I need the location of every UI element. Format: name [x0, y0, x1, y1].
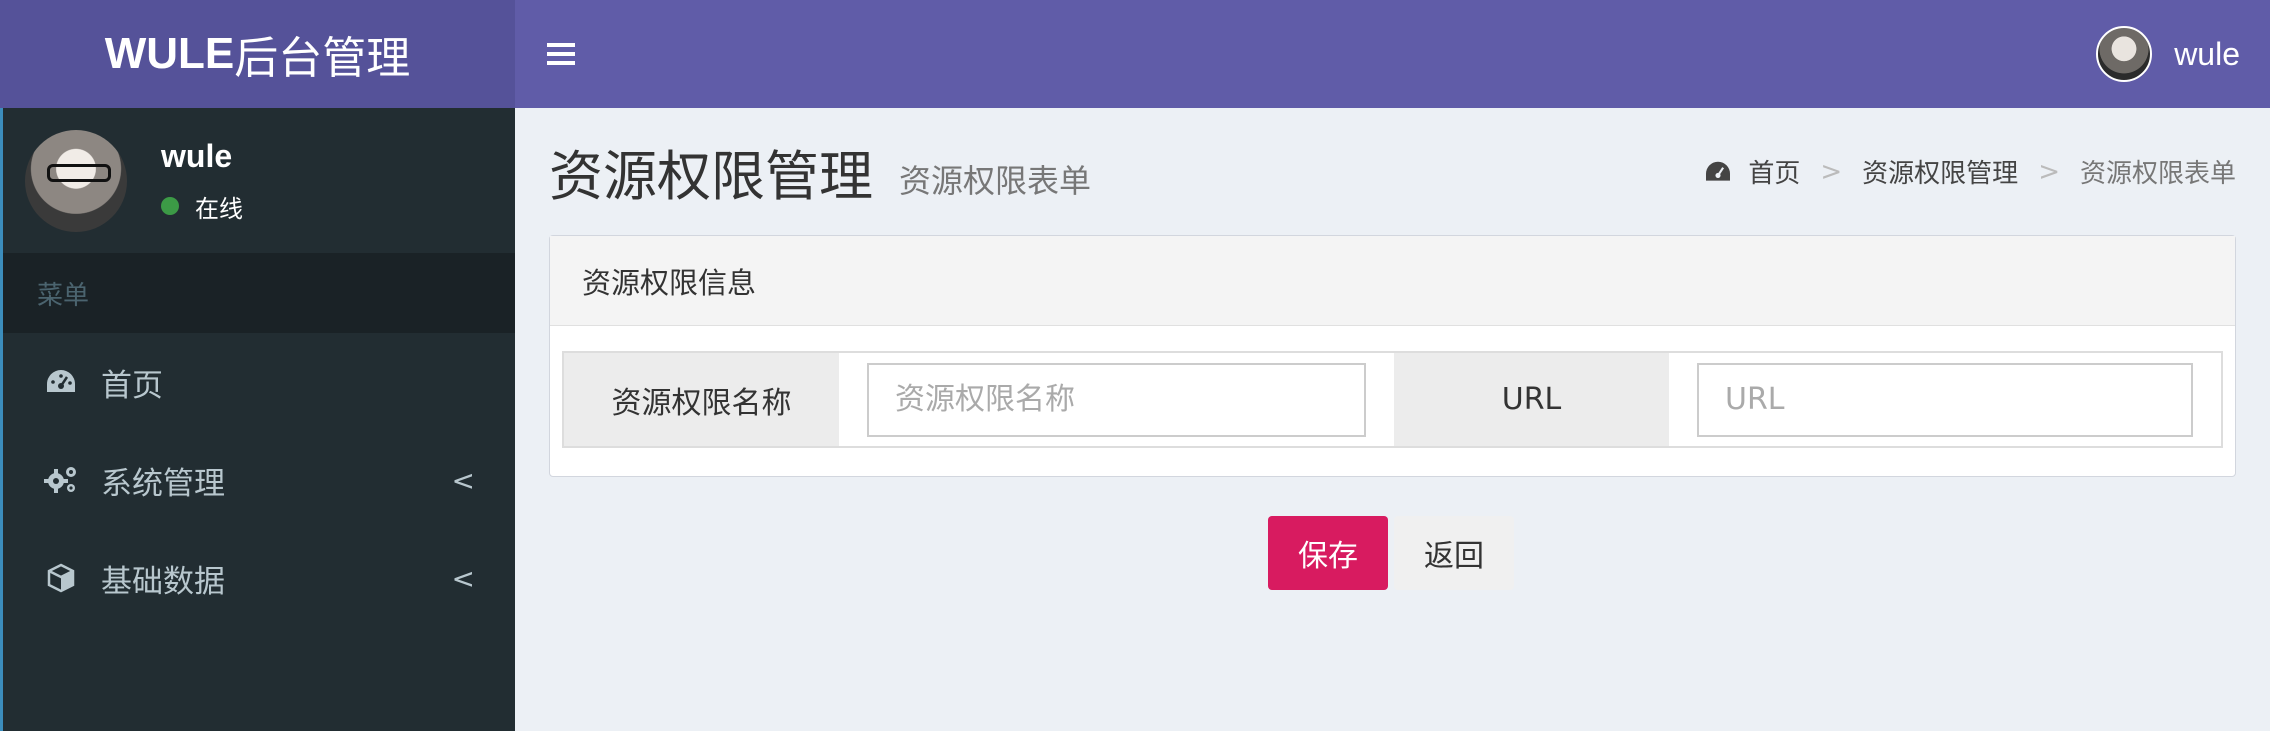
status-text: 在线	[195, 194, 243, 223]
sidebar-item-basic-data[interactable]: 基础数据 <	[3, 529, 515, 627]
app-logo[interactable]: WULE 后台管理	[0, 0, 515, 108]
dashboard-icon	[1704, 160, 1732, 184]
hamburger-icon	[547, 43, 575, 65]
logo-text: 后台管理	[234, 33, 411, 84]
form-row: 资源权限名称 URL	[562, 351, 2223, 448]
chevron-left-icon: <	[451, 463, 475, 497]
form-actions: 保存 返回	[1268, 516, 1514, 590]
page-title: 资源权限管理	[549, 145, 873, 208]
page-header: 资源权限管理 资源权限表单 首页 > 资源权限管理 > 资源权限表单	[515, 108, 2270, 235]
resource-name-input[interactable]	[867, 362, 1366, 437]
breadcrumb-current: 资源权限表单	[2079, 159, 2236, 189]
gears-icon	[43, 462, 79, 498]
top-header: WULE 后台管理 wule	[0, 0, 2270, 108]
user-panel: wule 在线	[3, 108, 515, 253]
dashboard-icon	[43, 364, 79, 400]
form-box: 资源权限信息 资源权限名称 URL	[549, 235, 2236, 477]
user-menu[interactable]: wule	[2096, 0, 2270, 108]
page-subtitle: 资源权限表单	[899, 161, 1092, 200]
logo-bold-text: WULE	[104, 29, 235, 78]
sidebar-toggle-button[interactable]	[515, 0, 607, 108]
url-input[interactable]	[1697, 362, 2193, 437]
menu-header: 菜单	[3, 253, 515, 333]
breadcrumb: 首页 > 资源权限管理 > 资源权限表单	[1704, 153, 2236, 190]
back-button[interactable]: 返回	[1394, 516, 1514, 590]
chevron-left-icon: <	[451, 561, 475, 595]
sidebar-item-label: 基础数据	[101, 563, 225, 600]
field-label-resource-name: 资源权限名称	[564, 353, 839, 446]
breadcrumb-separator: >	[2038, 156, 2060, 187]
avatar	[25, 129, 127, 232]
sidebar-item-home[interactable]: 首页	[3, 333, 515, 431]
breadcrumb-link-home[interactable]: 首页	[1748, 153, 1800, 190]
box-title: 资源权限信息	[550, 236, 2235, 326]
online-status-icon	[161, 197, 179, 215]
header-username: wule	[2174, 35, 2240, 72]
save-button[interactable]: 保存	[1268, 516, 1388, 590]
sidebar-item-label: 首页	[101, 367, 163, 404]
sidebar-username: wule	[161, 137, 233, 174]
sidebar: wule 在线 菜单 首页 系统管理 < 基础数据 <	[0, 108, 515, 731]
field-label-url: URL	[1394, 353, 1669, 446]
avatar	[2096, 26, 2153, 82]
sidebar-item-system[interactable]: 系统管理 <	[3, 431, 515, 529]
cube-icon	[43, 560, 79, 596]
user-status: 在线	[161, 189, 243, 224]
sidebar-item-label: 系统管理	[101, 465, 225, 502]
main-content: 资源权限管理 资源权限表单 首页 > 资源权限管理 > 资源权限表单 资源权限信…	[515, 108, 2270, 731]
breadcrumb-separator: >	[1820, 156, 1843, 187]
breadcrumb-link-resource[interactable]: 资源权限管理	[1862, 153, 2018, 190]
